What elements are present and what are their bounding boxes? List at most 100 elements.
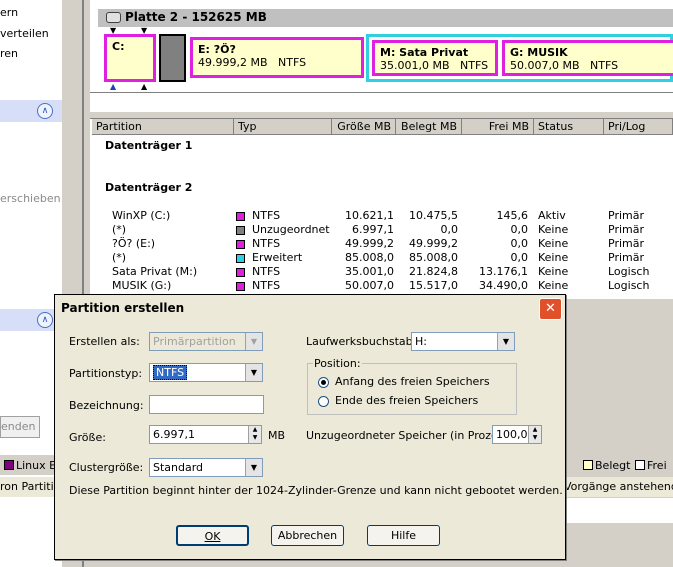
column-header-status[interactable]: Status [534,119,604,135]
radio-end-option[interactable]: Ende des freien Speichers [318,394,478,407]
info-text: Diese Partition beginnt hinter der 1024-… [69,484,563,497]
partition-block-e[interactable]: E: ?Ö? 49.999,2 MB NTFS [190,37,364,78]
row-cell-type[interactable]: Unzugeordnet [236,223,330,236]
row-cell-used[interactable]: 10.475,5 [396,209,458,222]
row-cell-pl[interactable]: Logisch [608,279,649,292]
sidebar-button[interactable]: enden [0,416,40,438]
ok-button[interactable]: OK [176,525,249,546]
row-cell-name[interactable]: MUSIK (G:) [112,279,171,292]
row-cell-pl[interactable]: Logisch [608,265,649,278]
row-cell-size[interactable]: 35.001,0 [332,265,394,278]
status-area-left [0,498,54,523]
legend-swatch-linux [4,460,14,470]
unallocated-percent-label: Unzugeordneter Speicher (in Prozent): [306,429,518,442]
row-cell-used[interactable]: 49.999,2 [396,237,458,250]
row-cell-size[interactable]: 10.621,1 [332,209,394,222]
row-cell-status[interactable]: Keine [538,279,568,292]
row-cell-name[interactable]: (*) [112,223,126,236]
row-cell-type[interactable]: Erweitert [236,251,302,264]
row-cell-name[interactable]: ?Ö? (E:) [112,237,155,250]
sidebar-item[interactable]: ren [0,47,18,60]
column-header-partition[interactable]: Partition [92,119,234,135]
legend-used-label: Belegt [595,459,631,472]
row-cell-type[interactable]: NTFS [236,279,280,292]
cancel-button[interactable]: Abbrechen [271,525,344,546]
cell-text: 0,0 [510,223,529,236]
radio-start-option[interactable]: Anfang des freien Speichers [318,375,490,388]
partition-type-select[interactable]: NTFS ▼ [149,363,263,382]
unallocated-block[interactable] [159,34,186,82]
cluster-size-select[interactable]: Standard ▼ [149,458,263,477]
position-group: Position: Anfang des freien Speichers En… [307,357,517,415]
row-cell-used[interactable]: 15.517,0 [396,279,458,292]
row-cell-pl[interactable]: Primär [608,237,644,250]
row-cell-pl[interactable]: Primär [608,209,644,222]
sidebar-section-header[interactable]: ∧ [0,100,62,122]
radio-selected-icon[interactable] [318,376,329,388]
disk-group-label[interactable]: Datenträger 1 [105,139,192,152]
row-cell-free[interactable]: 145,6 [462,209,529,222]
row-cell-free[interactable]: 0,0 [462,237,529,250]
row-cell-type[interactable]: NTFS [236,209,280,222]
row-cell-pl[interactable]: Primär [608,223,644,236]
partition-block-m[interactable]: M: Sata Privat 35.001,0 MB NTFS [372,40,498,76]
sidebar-item[interactable]: erschieben [0,192,61,205]
column-header-free[interactable]: Frei MB [462,119,534,135]
row-cell-size[interactable]: 85.008,0 [332,251,394,264]
label-input[interactable] [149,395,264,414]
row-cell-status[interactable]: Keine [538,237,568,250]
row-cell-status[interactable]: Keine [538,251,568,264]
row-cell-status[interactable]: Keine [538,223,568,236]
column-header-used[interactable]: Belegt MB [396,119,462,135]
row-cell-size[interactable]: 49.999,2 [332,237,394,250]
radio-icon[interactable] [318,395,329,407]
help-button[interactable]: Hilfe [367,525,440,546]
row-cell-type[interactable]: NTFS [236,265,280,278]
size-spinner[interactable]: ▲ ▼ [248,426,261,443]
row-cell-used[interactable]: 21.824,8 [396,265,458,278]
chevron-down-icon[interactable]: ▼ [497,333,514,350]
partition-block-c[interactable]: C: [104,34,156,82]
collapse-chevron-icon[interactable]: ∧ [37,312,53,328]
row-cell-name[interactable]: (*) [112,251,126,264]
partition-block-g[interactable]: G: MUSIK 50.007,0 MB NTFS [502,40,673,76]
disk-group-label[interactable]: Datenträger 2 [105,181,192,194]
row-cell-size[interactable]: 6.997,1 [332,223,394,236]
marker-up-icon: ▲ [141,82,148,91]
row-cell-free[interactable]: 0,0 [462,223,529,236]
row-cell-used[interactable]: 85.008,0 [396,251,458,264]
close-icon[interactable]: ✕ [539,298,562,320]
cell-text: 0,0 [510,237,529,250]
row-cell-free[interactable]: 0,0 [462,251,529,264]
row-cell-status[interactable]: Keine [538,265,568,278]
cell-text: (*) [112,223,127,236]
disk-map-panel: Platte 2 - 152625 MB ▼ ▼ C: E: ?Ö? 49.99… [90,0,673,112]
row-cell-type[interactable]: NTFS [236,237,280,250]
size-input[interactable]: 6.997,1 ▲ ▼ [149,425,262,444]
dialog-title-bar[interactable]: Partition erstellen ✕ [55,295,565,321]
sidebar-item[interactable]: verteilen [0,27,49,40]
column-header-type[interactable]: Typ [234,119,332,135]
row-cell-free[interactable]: 13.176,1 [462,265,528,278]
row-cell-free[interactable]: 34.490,0 [462,279,528,292]
drive-letter-select[interactable]: H: ▼ [411,332,515,351]
chevron-down-icon[interactable]: ▼ [245,459,262,476]
row-cell-name[interactable]: WinXP (C:) [112,209,170,222]
row-cell-pl[interactable]: Primär [608,251,644,264]
cell-text: Keine [538,223,569,236]
column-header-size[interactable]: Größe MB [332,119,396,135]
row-cell-name[interactable]: Sata Privat (M:) [112,265,197,278]
unallocated-percent-input[interactable]: 100,0 ▲ ▼ [492,425,542,444]
chevron-down-icon[interactable]: ▼ [245,364,262,381]
row-cell-used[interactable]: 0,0 [396,223,459,236]
marker-up-icon: ▲ [110,82,117,91]
percent-spinner[interactable]: ▲ ▼ [528,426,541,443]
cell-text: Keine [538,265,569,278]
row-cell-size[interactable]: 50.007,0 [332,279,394,292]
row-cell-status[interactable]: Aktiv [538,209,566,222]
partition-color-swatch [236,239,245,249]
sidebar-item[interactable]: ern [0,6,18,19]
sidebar-section-header[interactable]: ∧ [0,309,62,331]
column-header-prilog[interactable]: Pri/Log [604,119,673,135]
collapse-chevron-icon[interactable]: ∧ [37,103,53,119]
